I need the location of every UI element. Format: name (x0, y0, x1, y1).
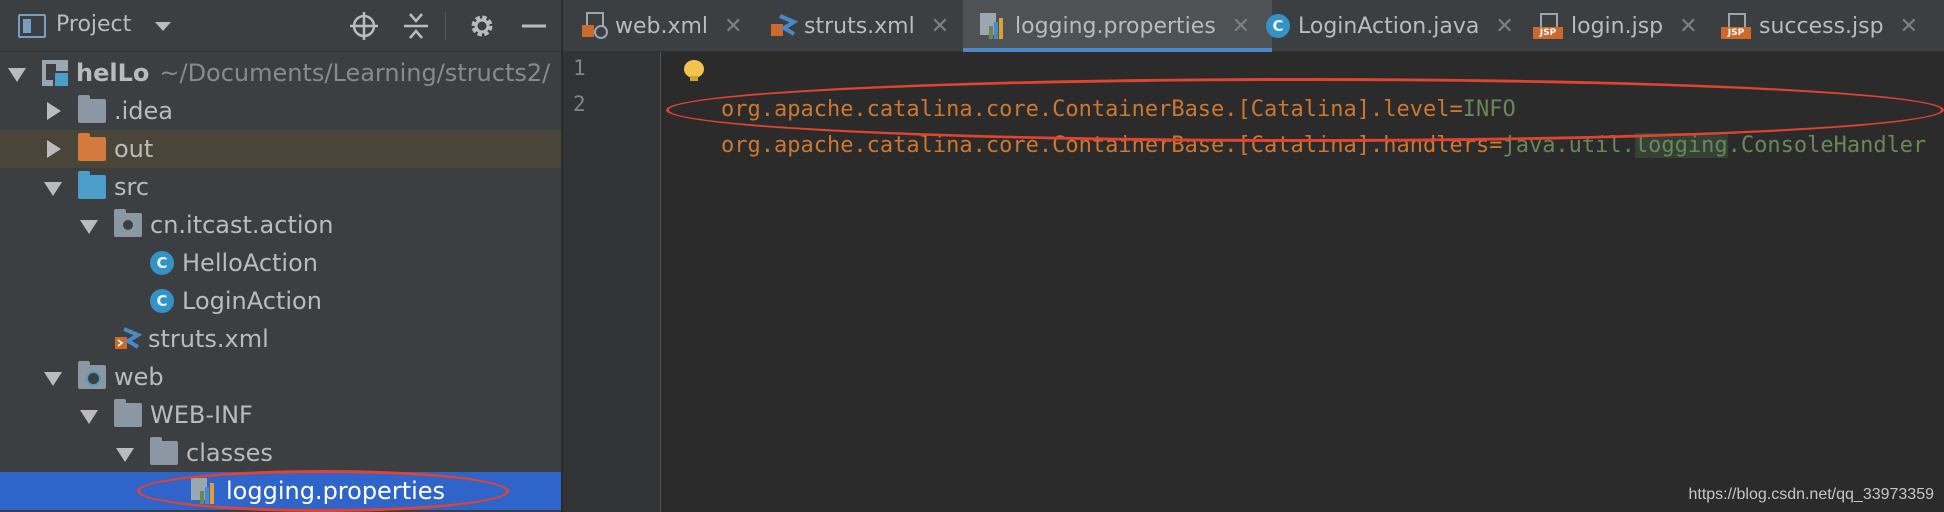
tree-item-label: .idea (114, 97, 174, 125)
intention-bulb-icon[interactable] (684, 60, 704, 82)
module-icon (42, 60, 70, 88)
tab-label: login.jsp (1571, 13, 1664, 39)
tab-label: web.xml (615, 13, 709, 39)
tree-item-struts-xml[interactable]: struts.xml (0, 320, 561, 358)
tree-item-label: cn.itcast.action (150, 211, 334, 239)
web-folder-icon (78, 361, 106, 389)
struts-xml-icon (114, 325, 143, 353)
project-panel: Project helLo ~/Documents/Learning/struc… (0, 0, 561, 512)
struts-xml-icon (770, 12, 799, 40)
close-icon[interactable]: ✕ (1900, 14, 1918, 39)
folder-icon (114, 399, 142, 427)
tree-item-label: classes (186, 439, 273, 467)
line-number: 1 (573, 56, 586, 80)
tab-label: logging.properties (1015, 13, 1216, 39)
editor-tab-bar: web.xml ✕ struts.xml ✕ logging.propertie… (563, 0, 1944, 52)
close-icon[interactable]: ✕ (1495, 14, 1513, 39)
tab-web-xml[interactable]: web.xml ✕ (581, 0, 743, 52)
line-number: 2 (573, 92, 586, 116)
tree-item-label: HelloAction (182, 249, 318, 277)
chevron-down-icon[interactable] (155, 22, 171, 31)
tree-item-out[interactable]: out (0, 130, 561, 168)
module-path: ~/Documents/Learning/structs2/ (159, 59, 551, 87)
tree-item-label: helLo (76, 59, 150, 87)
package-icon (114, 209, 142, 237)
collapse-arrow-icon[interactable] (42, 100, 64, 122)
folder-orange-icon (78, 133, 106, 161)
code-editor[interactable]: org.apache.catalina.core.ContainerBase.[… (662, 52, 1944, 512)
java-class-icon: C (1266, 14, 1290, 38)
jsp-file-icon: JSP (1721, 13, 1751, 39)
annotation-ellipse-tree (137, 470, 509, 512)
folder-icon (78, 95, 106, 123)
java-class-icon: C (150, 289, 174, 313)
tab-login-jsp[interactable]: JSP login.jsp ✕ (1533, 0, 1698, 52)
tab-label: success.jsp (1759, 13, 1884, 39)
web-xml-icon (581, 12, 609, 40)
watermark: https://blog.csdn.net/qq_33973359 (1688, 486, 1934, 503)
tree-item-label: web (114, 363, 164, 391)
folder-icon (150, 437, 178, 465)
gear-icon[interactable] (466, 10, 498, 42)
annotation-ellipse-code (666, 78, 1944, 142)
tab-label: struts.xml (804, 13, 915, 39)
expand-arrow-icon[interactable] (78, 214, 100, 236)
project-view-icon (18, 14, 46, 38)
java-class-icon: C (150, 251, 174, 275)
tab-loginaction-java[interactable]: C LoginAction.java ✕ (1266, 0, 1514, 52)
tree-item-src[interactable]: src (0, 168, 561, 206)
tree-item-label: struts.xml (148, 325, 269, 353)
tree-item-idea[interactable]: .idea (0, 92, 561, 130)
tree-item-classes[interactable]: classes (0, 434, 561, 472)
tab-label: LoginAction.java (1298, 13, 1480, 39)
tree-item-module[interactable]: helLo ~/Documents/Learning/structs2/ (0, 54, 561, 92)
tree-item-web[interactable]: web (0, 358, 561, 396)
project-view-title[interactable]: Project (56, 12, 131, 37)
tree-item-label: LoginAction (182, 287, 322, 315)
line-number-gutter: 1 2 (563, 52, 661, 512)
collapse-arrow-icon[interactable] (42, 138, 64, 160)
tab-logging-properties[interactable]: logging.properties ✕ (963, 0, 1273, 52)
close-icon[interactable]: ✕ (1679, 14, 1697, 39)
properties-file-icon (977, 12, 1005, 40)
collapse-all-icon[interactable] (400, 10, 432, 42)
tree-item-label: WEB-INF (150, 401, 253, 429)
close-icon[interactable]: ✕ (724, 14, 742, 39)
source-folder-icon (78, 171, 106, 199)
tree-item-label: out (114, 135, 154, 163)
property-value: .ConsoleHandler (1727, 133, 1927, 158)
tree-item-package[interactable]: cn.itcast.action (0, 206, 561, 244)
close-icon[interactable]: ✕ (931, 14, 949, 39)
tree-item-web-inf[interactable]: WEB-INF (0, 396, 561, 434)
expand-arrow-icon[interactable] (114, 442, 136, 464)
tree-item-helloaction[interactable]: C HelloAction (0, 244, 561, 282)
tab-struts-xml[interactable]: struts.xml ✕ (770, 0, 949, 52)
expand-arrow-icon[interactable] (42, 366, 64, 388)
tree-item-loginaction[interactable]: C LoginAction (0, 282, 561, 320)
tree-item-label: src (114, 173, 150, 201)
close-icon[interactable]: ✕ (1232, 14, 1250, 39)
expand-arrow-icon[interactable] (78, 404, 100, 426)
header-separator (445, 12, 446, 40)
expand-arrow-icon[interactable] (42, 176, 64, 198)
minimize-icon[interactable] (518, 10, 550, 42)
jsp-file-icon: JSP (1533, 13, 1563, 39)
expand-arrow-icon[interactable] (6, 62, 28, 84)
tab-success-jsp[interactable]: JSP success.jsp ✕ (1721, 0, 1918, 52)
locate-file-icon[interactable] (348, 10, 380, 42)
project-panel-header: Project (0, 0, 561, 52)
